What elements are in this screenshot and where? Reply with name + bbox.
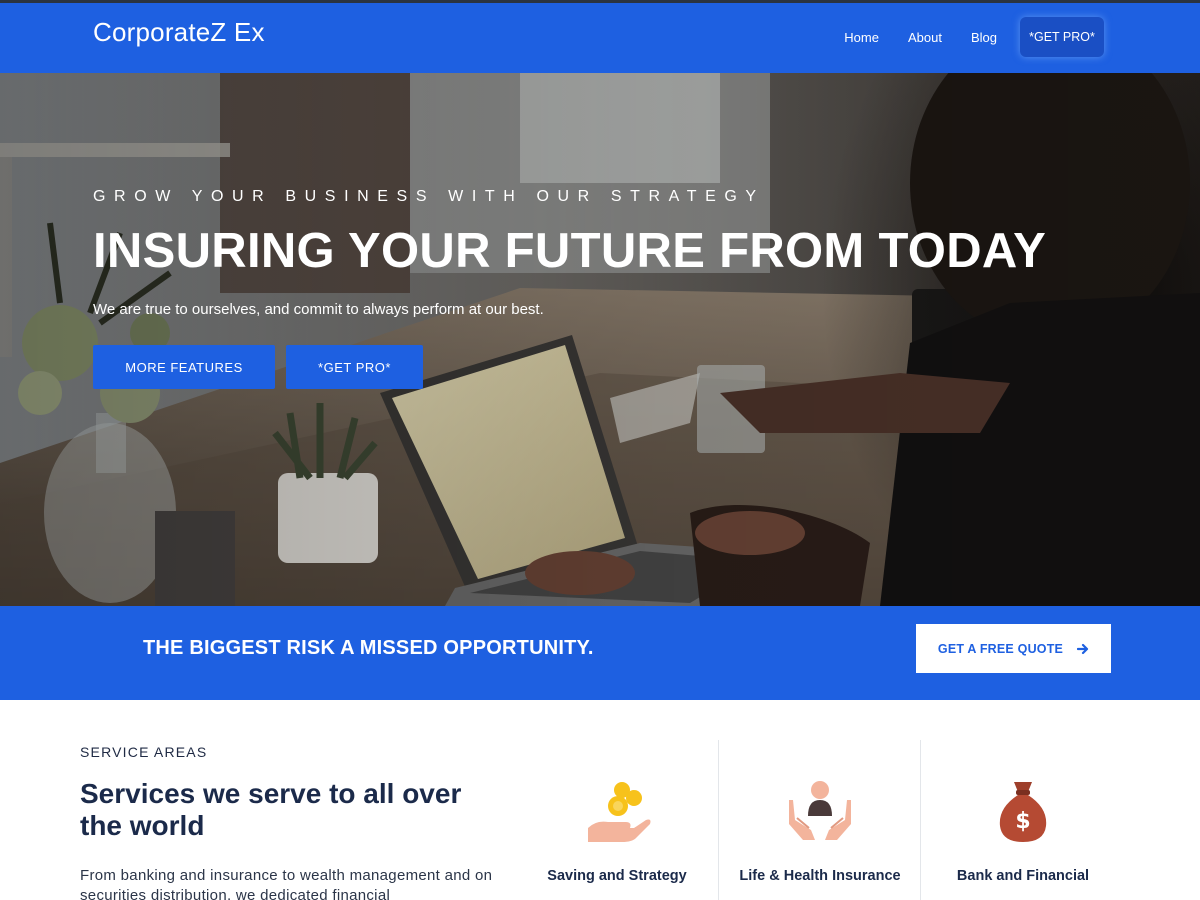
money-bag-icon: $	[933, 778, 1113, 846]
site-logo[interactable]: CorporateZ Ex	[93, 17, 265, 48]
free-quote-label: GET A FREE QUOTE	[937, 641, 1064, 656]
service-label: Saving and Strategy	[547, 868, 687, 884]
cta-headline: THE BIGGEST RISK A MISSED OPPORTUNITY.	[143, 637, 594, 659]
nav-blog[interactable]: Blog	[971, 30, 997, 45]
nav-get-pro-button[interactable]: *GET PRO*	[1020, 17, 1104, 57]
service-label: Bank and Financial	[956, 868, 1090, 884]
hero-section: GROW YOUR BUSINESS WITH OUR STRATEGY INS…	[0, 73, 1200, 606]
coins-hand-icon	[527, 778, 707, 846]
hero-subtitle: We are true to ourselves, and commit to …	[93, 301, 544, 318]
nav-about[interactable]: About	[908, 30, 942, 45]
service-card-insurance[interactable]: Life & Health Insurance	[730, 778, 910, 884]
more-features-button[interactable]: MORE FEATURES	[93, 345, 275, 389]
service-label: Life & Health Insurance	[739, 868, 901, 884]
svg-text:$: $	[1015, 809, 1030, 834]
hero-title: INSURING YOUR FUTURE FROM TODAY	[93, 224, 1047, 278]
free-quote-button[interactable]: GET A FREE QUOTE	[916, 624, 1111, 673]
hero-get-pro-button[interactable]: *GET PRO*	[286, 345, 423, 389]
service-card-banking[interactable]: $ Bank and Financial	[933, 778, 1113, 884]
services-description: From banking and insurance to wealth man…	[80, 867, 493, 900]
nav-home[interactable]: Home	[844, 30, 879, 45]
column-divider	[718, 740, 719, 900]
main-nav: Home About Blog *GET PRO*	[815, 17, 1104, 57]
service-card-saving[interactable]: Saving and Strategy	[527, 778, 707, 884]
services-title: Services we serve to all over the world	[80, 778, 462, 841]
services-section: SERVICE AREAS Services we serve to all o…	[0, 700, 1200, 900]
cta-band: THE BIGGEST RISK A MISSED OPPORTUNITY. G…	[0, 606, 1200, 700]
arrow-right-icon	[1077, 643, 1089, 655]
site-header: CorporateZ Ex Home About Blog *GET PRO*	[0, 3, 1200, 73]
hero-kicker: GROW YOUR BUSINESS WITH OUR STRATEGY	[93, 188, 765, 205]
column-divider	[920, 740, 921, 900]
hero-dark-overlay	[0, 73, 1200, 606]
services-kicker: SERVICE AREAS	[80, 744, 208, 760]
person-hands-icon	[730, 778, 910, 846]
